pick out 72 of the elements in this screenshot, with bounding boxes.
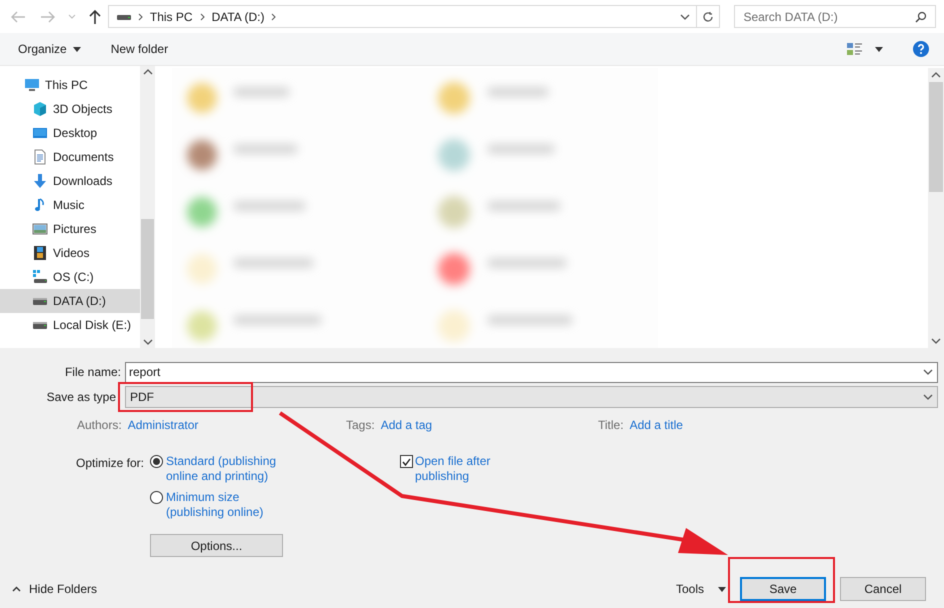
search-icon [915,10,928,22]
optimize-label: Optimize for: [76,455,146,472]
scroll-down-icon [142,339,152,345]
radio-button[interactable] [150,491,163,504]
drive-icon [116,12,131,20]
sidebar-item[interactable]: Pictures [0,217,140,241]
scroll-up-icon [142,69,152,75]
refresh-icon[interactable] [702,10,714,22]
file-name-input[interactable]: report [129,363,923,381]
computer-icon [24,77,40,93]
new-folder-button[interactable]: New folder [110,40,168,58]
sidebar-item[interactable]: DATA (D:) [0,289,140,313]
sidebar-item[interactable]: This PC [0,73,140,97]
metadata-label: Title: [598,417,624,434]
hide-folders-button[interactable]: Hide Folders [12,580,98,598]
sidebar-item[interactable]: OS (C:) [0,265,140,289]
download-arrow-icon [32,173,48,189]
chevron-right-icon [271,12,276,20]
metadata-label: Tags: [346,417,375,434]
chevron-up-icon [12,586,21,592]
caret-icon [718,586,726,592]
metadata-link[interactable]: Add a title [630,416,683,434]
cube-icon [32,101,48,117]
sidebar-item[interactable]: 3D Objects [0,97,140,121]
radio-label[interactable]: Standard (publishing online and printing) [166,454,286,484]
radio-label[interactable]: Minimum size (publishing online) [166,490,286,520]
breadcrumb-item[interactable]: This PC [150,8,193,26]
field-label: File name: [64,364,121,381]
metadata-link[interactable]: Add a tag [380,416,432,434]
search-input[interactable]: Search DATA (D:) [743,8,916,26]
save-button[interactable]: Save [740,577,826,601]
sidebar-item[interactable]: Downloads [0,169,140,193]
view-options-icon[interactable] [847,42,863,56]
checkbox[interactable] [400,455,413,468]
help-icon[interactable] [913,41,929,57]
address-dropdown-icon [680,14,690,20]
desktop-icon [32,125,48,141]
drive-icon [32,322,48,328]
sidebar-item[interactable]: Local Disk (E:) [0,313,140,337]
scroll-up-icon [931,72,941,78]
address-bar[interactable]: This PC DATA (D:) [108,5,720,28]
sidebar-item[interactable]: Videos [0,241,140,265]
sidebar-item[interactable]: Documents [0,145,140,169]
breadcrumb-item[interactable]: DATA (D:) [212,8,264,26]
tools-button[interactable]: Tools [676,580,726,598]
cancel-button[interactable]: Cancel [840,577,926,601]
caret-icon[interactable] [875,46,883,52]
chevron-down-icon [923,394,933,400]
file-type-dropdown[interactable]: PDF [125,386,938,408]
system-drive-icon [32,269,48,285]
metadata-link[interactable]: Administrator [128,416,198,434]
checkbox-label[interactable]: Open file after publishing [415,454,505,484]
chevron-right-icon [138,12,143,20]
metadata-label: Authors: [77,417,122,434]
scrollbar[interactable] [928,68,944,348]
options-button[interactable]: Options... [150,534,283,557]
field-label: Save as type [46,389,116,406]
drive-icon [32,298,48,304]
sidebar-item[interactable]: Desktop [0,121,140,145]
file-name-field[interactable]: report [125,362,938,382]
search-field[interactable]: Search DATA (D:) [734,5,936,28]
chevron-right-icon [200,12,205,20]
organize-button[interactable]: Organize [18,40,81,58]
image-icon [32,221,48,237]
radio-button[interactable] [150,455,163,468]
scroll-down-icon [931,338,941,344]
film-strip-icon [32,245,48,261]
caret-icon [72,46,81,52]
document-icon [32,149,48,165]
sidebar-item[interactable]: Music [0,193,140,217]
scrollbar[interactable] [140,66,155,348]
up-arrow-icon[interactable] [88,8,102,24]
